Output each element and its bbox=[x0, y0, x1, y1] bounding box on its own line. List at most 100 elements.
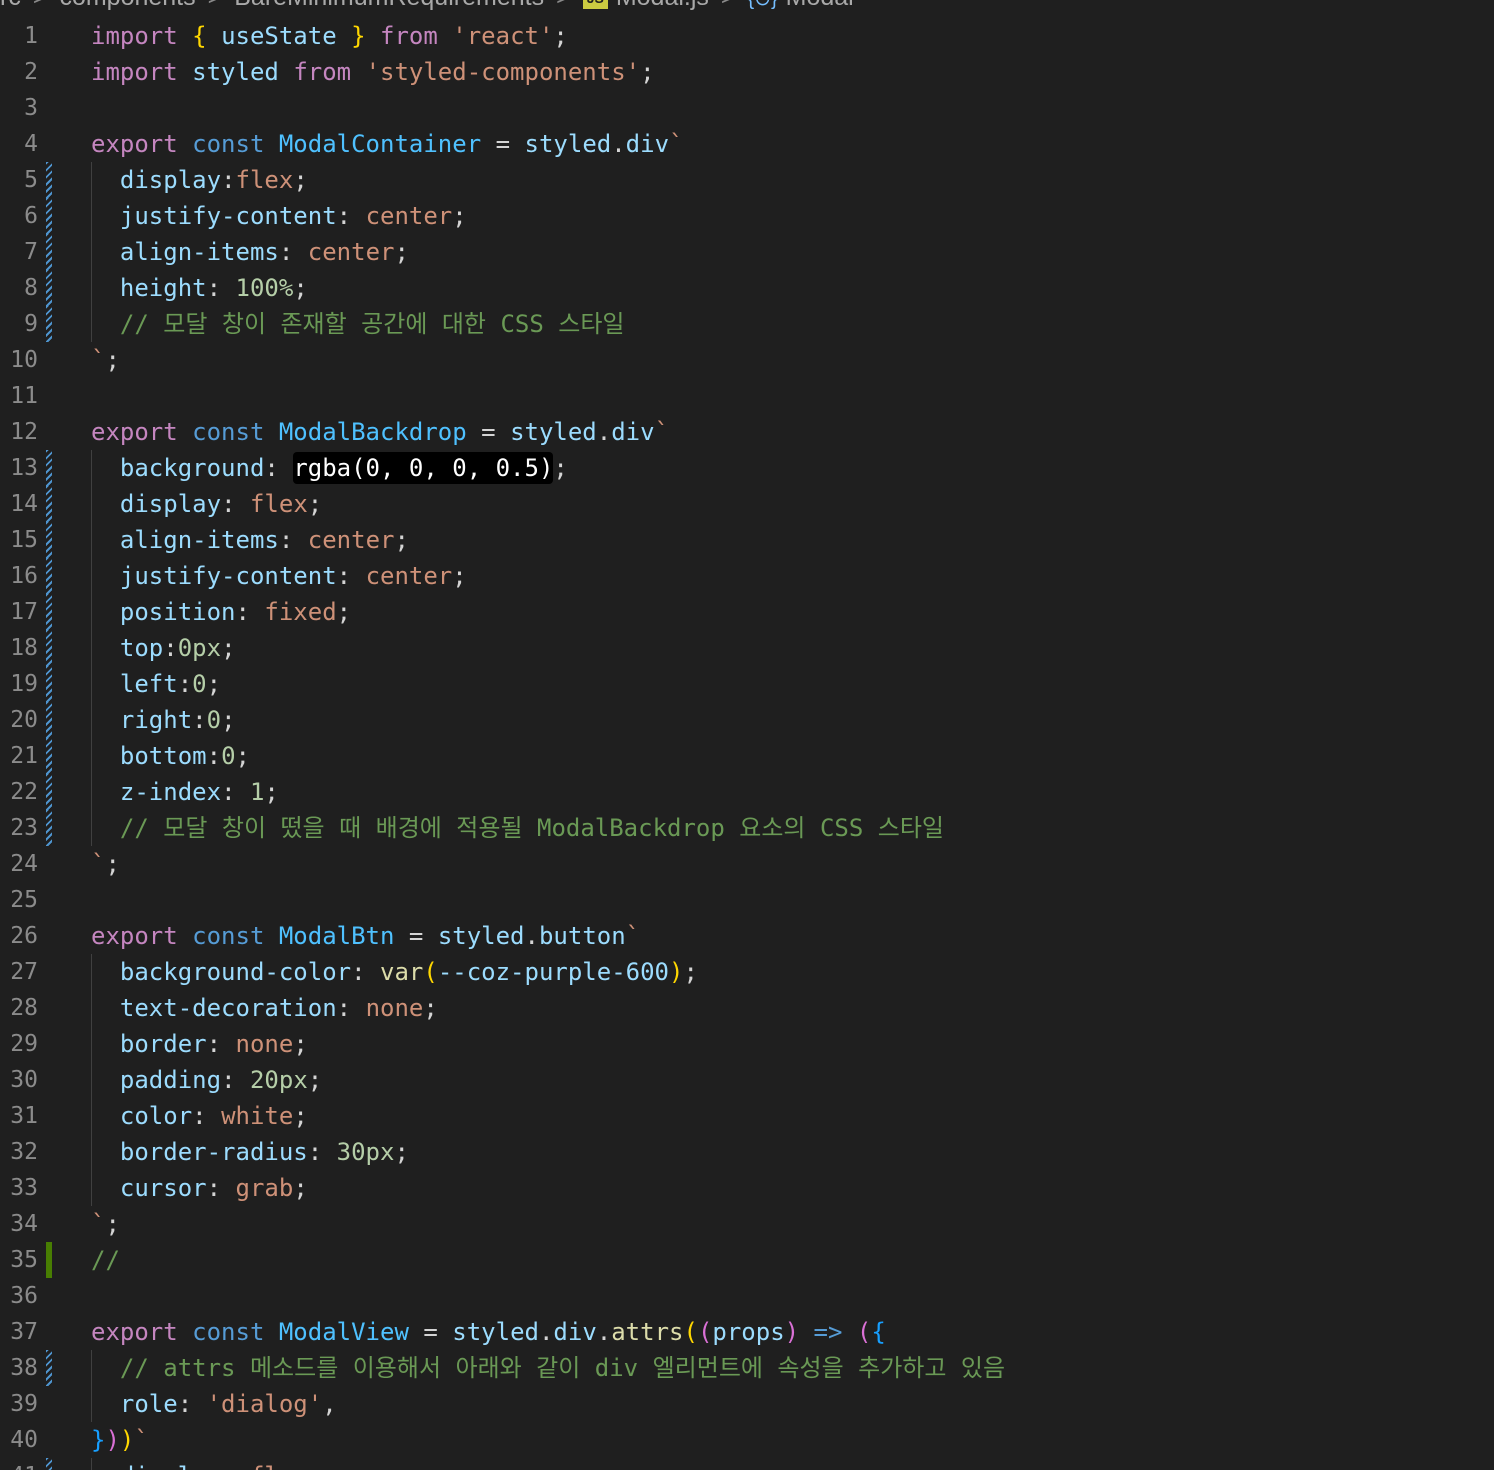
line-number[interactable]: 11 bbox=[0, 378, 38, 414]
line-number[interactable]: 16 bbox=[0, 558, 38, 594]
line-number[interactable]: 4 bbox=[0, 126, 38, 162]
line-number[interactable]: 17 bbox=[0, 594, 38, 630]
code-line[interactable]: 20 right:0; bbox=[0, 702, 1494, 738]
line-number[interactable]: 30 bbox=[0, 1062, 38, 1098]
gutter-modified-indicator[interactable] bbox=[46, 522, 52, 558]
line-number[interactable]: 1 bbox=[0, 18, 38, 54]
line-number[interactable]: 22 bbox=[0, 774, 38, 810]
line-number[interactable]: 18 bbox=[0, 630, 38, 666]
gutter-modified-indicator[interactable] bbox=[46, 234, 52, 270]
gutter-modified-indicator[interactable] bbox=[46, 702, 52, 738]
gutter-modified-indicator[interactable] bbox=[46, 162, 52, 198]
line-number[interactable]: 28 bbox=[0, 990, 38, 1026]
code-line[interactable]: 11 bbox=[0, 378, 1494, 414]
line-number[interactable]: 35 bbox=[0, 1242, 38, 1278]
line-number[interactable]: 19 bbox=[0, 666, 38, 702]
line-number[interactable]: 24 bbox=[0, 846, 38, 882]
code-line[interactable]: 22 z-index: 1; bbox=[0, 774, 1494, 810]
line-number[interactable]: 36 bbox=[0, 1278, 38, 1314]
line-number[interactable]: 38 bbox=[0, 1350, 38, 1386]
code-line[interactable]: 23 // 모달 창이 떴을 때 배경에 적용될 ModalBackdrop 요… bbox=[0, 810, 1494, 846]
line-number[interactable]: 12 bbox=[0, 414, 38, 450]
code-line[interactable]: 21 bottom:0; bbox=[0, 738, 1494, 774]
code-line[interactable]: 28 text-decoration: none; bbox=[0, 990, 1494, 1026]
gutter-modified-indicator[interactable] bbox=[46, 198, 52, 234]
code-line[interactable]: 6 justify-content: center; bbox=[0, 198, 1494, 234]
gutter-modified-indicator[interactable] bbox=[46, 558, 52, 594]
line-number[interactable]: 37 bbox=[0, 1314, 38, 1350]
line-number[interactable]: 7 bbox=[0, 234, 38, 270]
code-line[interactable]: 38 // attrs 메소드를 이용해서 아래와 같이 div 엘리먼트에 속… bbox=[0, 1350, 1494, 1386]
code-line[interactable]: 8 height: 100%; bbox=[0, 270, 1494, 306]
line-number[interactable]: 3 bbox=[0, 90, 38, 126]
line-number[interactable]: 33 bbox=[0, 1170, 38, 1206]
code-line[interactable]: 13 background: rgba(0, 0, 0, 0.5); bbox=[0, 450, 1494, 486]
line-number[interactable]: 14 bbox=[0, 486, 38, 522]
code-line[interactable]: 3 bbox=[0, 90, 1494, 126]
gutter-modified-indicator[interactable] bbox=[46, 306, 52, 342]
code-line[interactable]: 31 color: white; bbox=[0, 1098, 1494, 1134]
gutter-modified-indicator[interactable] bbox=[46, 1458, 52, 1470]
gutter-modified-indicator[interactable] bbox=[46, 1350, 52, 1386]
code-line[interactable]: 10 `; bbox=[0, 342, 1494, 378]
code-line[interactable]: 24 `; bbox=[0, 846, 1494, 882]
code-line[interactable]: 17 position: fixed; bbox=[0, 594, 1494, 630]
gutter-modified-indicator[interactable] bbox=[46, 774, 52, 810]
line-number[interactable]: 21 bbox=[0, 738, 38, 774]
gutter-modified-indicator[interactable] bbox=[46, 594, 52, 630]
line-number[interactable]: 2 bbox=[0, 54, 38, 90]
line-number[interactable]: 6 bbox=[0, 198, 38, 234]
line-number[interactable]: 39 bbox=[0, 1386, 38, 1422]
code-line[interactable]: 40}))` bbox=[0, 1422, 1494, 1458]
line-number[interactable]: 40 bbox=[0, 1422, 38, 1458]
line-number[interactable]: 31 bbox=[0, 1098, 38, 1134]
code-line[interactable]: 5 display:flex; bbox=[0, 162, 1494, 198]
gutter-modified-indicator[interactable] bbox=[46, 666, 52, 702]
breadcrumb-item-symbol[interactable]: Modal bbox=[786, 0, 854, 10]
line-number[interactable]: 8 bbox=[0, 270, 38, 306]
code-line[interactable]: 4 export const ModalContainer = styled.di… bbox=[0, 126, 1494, 162]
code-line[interactable]: 9 // 모달 창이 존재할 공간에 대한 CSS 스타일 bbox=[0, 306, 1494, 342]
code-line[interactable]: 39 role: 'dialog', bbox=[0, 1386, 1494, 1422]
code-line[interactable]: 26 export const ModalBtn = styled.button` bbox=[0, 918, 1494, 954]
code-line[interactable]: 14 display: flex; bbox=[0, 486, 1494, 522]
gutter-modified-indicator[interactable] bbox=[46, 270, 52, 306]
code-line[interactable]: 1 import { useState } from 'react'; bbox=[0, 18, 1494, 54]
code-line[interactable]: 19 left:0; bbox=[0, 666, 1494, 702]
line-number[interactable]: 25 bbox=[0, 882, 38, 918]
code-line[interactable]: 35 // bbox=[0, 1242, 1494, 1278]
code-line[interactable]: 15 align-items: center; bbox=[0, 522, 1494, 558]
line-number[interactable]: 26 bbox=[0, 918, 38, 954]
code-line[interactable]: 7 align-items: center; bbox=[0, 234, 1494, 270]
code-line[interactable]: 37 export const ModalView = styled.div.at… bbox=[0, 1314, 1494, 1350]
code-line[interactable]: 41 display: flex; bbox=[0, 1458, 1494, 1470]
gutter-modified-indicator[interactable] bbox=[46, 738, 52, 774]
code-line[interactable]: 25 bbox=[0, 882, 1494, 918]
code-line[interactable]: 27 background-color: var(--coz-purple-60… bbox=[0, 954, 1494, 990]
line-number[interactable]: 9 bbox=[0, 306, 38, 342]
line-number[interactable]: 41 bbox=[0, 1458, 38, 1470]
breadcrumb-item-file[interactable]: Modal.js bbox=[616, 0, 709, 10]
breadcrumb-item-components[interactable]: components bbox=[59, 0, 195, 10]
code-line[interactable]: 33 cursor: grab; bbox=[0, 1170, 1494, 1206]
line-number[interactable]: 13 bbox=[0, 450, 38, 486]
code-line[interactable]: 16 justify-content: center; bbox=[0, 558, 1494, 594]
line-number[interactable]: 23 bbox=[0, 810, 38, 846]
code-line[interactable]: 32 border-radius: 30px; bbox=[0, 1134, 1494, 1170]
line-number[interactable]: 27 bbox=[0, 954, 38, 990]
line-number[interactable]: 34 bbox=[0, 1206, 38, 1242]
code-editor[interactable]: 1 import { useState } from 'react'; 2 impor… bbox=[0, 18, 1494, 1470]
line-number[interactable]: 5 bbox=[0, 162, 38, 198]
gutter-added-indicator[interactable] bbox=[46, 1242, 52, 1278]
gutter-modified-indicator[interactable] bbox=[46, 450, 52, 486]
code-line[interactable]: 36 bbox=[0, 1278, 1494, 1314]
line-number[interactable]: 15 bbox=[0, 522, 38, 558]
gutter-modified-indicator[interactable] bbox=[46, 486, 52, 522]
breadcrumb-item-src[interactable]: rc bbox=[0, 0, 21, 10]
code-line[interactable]: 30 padding: 20px; bbox=[0, 1062, 1494, 1098]
breadcrumb-item-folder[interactable]: BareMinimumRequirements bbox=[234, 0, 544, 10]
line-number[interactable]: 10 bbox=[0, 342, 38, 378]
gutter-modified-indicator[interactable] bbox=[46, 810, 52, 846]
gutter-modified-indicator[interactable] bbox=[46, 630, 52, 666]
code-line[interactable]: 34 `; bbox=[0, 1206, 1494, 1242]
